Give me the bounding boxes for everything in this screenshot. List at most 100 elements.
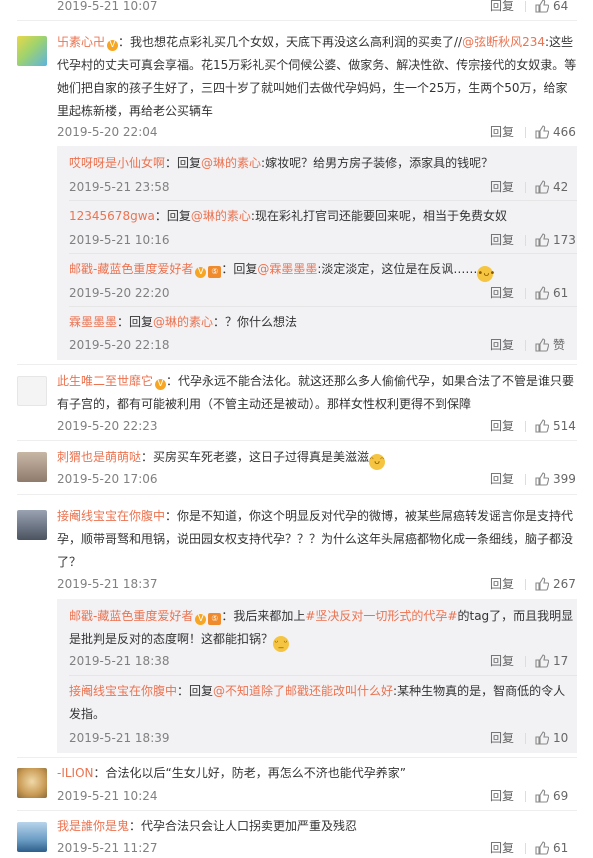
reply-prefix: ：回复 xyxy=(177,684,214,698)
username[interactable]: 卐素心卍 xyxy=(57,35,105,49)
reply-button[interactable]: 回复 xyxy=(490,122,514,142)
like-count: 10 xyxy=(553,731,569,745)
reply-button[interactable]: 回复 xyxy=(490,177,514,197)
reply-meta: 2019-5-21 10:16 回复 173 xyxy=(69,230,577,250)
comment-date: 2019-5-20 22:23 xyxy=(57,419,158,433)
thumbs-up-icon xyxy=(535,125,549,139)
comment-text: ：代孕合法只会让人口拐卖更加严重及残忍 xyxy=(129,819,358,833)
reply-body: 邮戳-藏蓝色重度爱好者 V ⑤ ：回复@霖墨墨墨:淡定淡定，这位是在反讽……•ᴗ• xyxy=(69,258,577,282)
mention-link[interactable]: @不知道除了邮戳还能改叫什么好 xyxy=(213,684,393,698)
reply-text: ：？你什么想法 xyxy=(213,315,298,329)
comment-date: 2019-5-21 10:24 xyxy=(57,789,158,803)
reply-date: 2019-5-21 23:58 xyxy=(69,180,170,194)
divider xyxy=(525,340,526,351)
level-badge-icon: ⑤ xyxy=(208,613,222,625)
thumbs-up-icon xyxy=(535,419,549,433)
reply-body: 邮戳-藏蓝色重度爱好者 V ⑤ ：我后来都加上#坚决反对一切形式的代孕#的tag了，而… xyxy=(69,605,577,652)
reply-date: 2019-5-21 18:38 xyxy=(69,654,170,668)
comment-meta: 2019-5-20 17:06 回复 399 xyxy=(57,469,577,489)
comment-body: 刺猬也是萌萌哒：买房买车死老婆，这日子过得真是美滋滋ᵔᴗᵔ xyxy=(57,446,577,470)
divider xyxy=(525,127,526,138)
username[interactable]: -ILION xyxy=(57,766,94,780)
reply-prefix: ：我后来都加上 xyxy=(221,609,306,623)
divider xyxy=(525,288,526,299)
avatar[interactable] xyxy=(17,822,47,852)
username[interactable]: 霖墨墨墨 xyxy=(69,315,117,329)
reply-thread: 哎呀呀是小仙女啊：回复@琳的素心:嫁妆呢？给男方房子装修，添家具的钱呢？ 201… xyxy=(57,146,577,360)
mention-link[interactable]: @琳的素心 xyxy=(201,156,261,170)
reply-body: 霖墨墨墨：回复@琳的素心：？你什么想法 xyxy=(69,311,577,334)
username[interactable]: 12345678gwa xyxy=(69,209,155,223)
like-count: 69 xyxy=(553,789,569,803)
thumbs-up-icon xyxy=(535,789,549,803)
reply-text: :嫁妆呢？给男方房子装修，添家具的钱呢？ xyxy=(261,156,494,170)
username[interactable]: 刺猬也是萌萌哒 xyxy=(57,450,141,464)
divider xyxy=(525,843,526,854)
comment-meta: 2019-5-21 18:37 回复 267 xyxy=(57,574,577,594)
thumbs-up-icon xyxy=(535,472,549,486)
avatar[interactable] xyxy=(17,376,47,406)
hashtag-link[interactable]: #坚决反对一切形式的代孕# xyxy=(305,609,457,623)
thumbs-up-icon xyxy=(535,286,549,300)
divider xyxy=(525,1,526,12)
divider xyxy=(69,306,577,307)
thumbs-up-icon xyxy=(535,654,549,668)
username[interactable]: 我是誰你是鬼 xyxy=(57,819,129,833)
reply-body: 哎呀呀是小仙女啊：回复@琳的素心:嫁妆呢？给男方房子装修，添家具的钱呢？ xyxy=(69,152,577,175)
thumbs-up-icon xyxy=(535,233,549,247)
sweat-emoji-icon: ᵕ_ᵕ xyxy=(273,636,290,652)
reply-button[interactable]: 回复 xyxy=(490,335,514,355)
reply-prefix: ：回复 xyxy=(165,156,202,170)
reply-meta: 2019-5-21 18:38 回复 17 xyxy=(69,651,577,671)
reply-button[interactable]: 回复 xyxy=(490,416,514,436)
doge-emoji-icon: •ᴗ• xyxy=(477,266,495,282)
like-count: 42 xyxy=(553,180,569,194)
username[interactable]: 此生唯二至世靡它 xyxy=(57,374,153,388)
divider xyxy=(525,474,526,485)
reply-button[interactable]: 回复 xyxy=(490,469,514,489)
reply-meta: 2019-5-20 22:20 回复 61 xyxy=(69,283,577,303)
reply-button[interactable]: 回复 xyxy=(490,786,514,806)
divider xyxy=(525,235,526,246)
avatar[interactable] xyxy=(17,510,47,540)
comment-body: -ILION：合法化以后“生女儿好，防老，再怎么不济也能代孕养家” xyxy=(57,762,577,785)
comment-body: 接阉线宝宝在你腹中：你是不知道，你这个明显反对代孕的微博，被某些屌癌转发谣言你是… xyxy=(57,505,577,574)
divider xyxy=(17,20,577,21)
username[interactable]: 邮戳-藏蓝色重度爱好者 xyxy=(69,609,193,623)
username[interactable]: 接阉线宝宝在你腹中 xyxy=(57,509,165,523)
divider xyxy=(525,182,526,193)
reply-button[interactable]: 回复 xyxy=(490,728,514,748)
like-count: 267 xyxy=(553,577,576,591)
reply-button[interactable]: 回复 xyxy=(490,838,514,858)
comment-date: 2019-5-21 11:27 xyxy=(57,841,158,855)
reply-button[interactable]: 回复 xyxy=(490,574,514,594)
mention-link[interactable]: @弦断秋风234 xyxy=(462,35,545,49)
divider xyxy=(69,253,577,254)
comment-meta: 2019-5-21 10:07 回复 64 xyxy=(57,0,577,16)
divider xyxy=(17,440,577,441)
reply-button[interactable]: 回复 xyxy=(490,0,514,16)
reply-date: 2019-5-20 22:18 xyxy=(69,338,170,352)
divider xyxy=(17,757,577,758)
reply-body: 接阉线宝宝在你腹中：回复@不知道除了邮戳还能改叫什么好:某种生物真的是，智商低的… xyxy=(69,680,577,726)
verified-icon: V xyxy=(195,614,207,625)
divider xyxy=(525,656,526,667)
avatar[interactable] xyxy=(17,452,47,482)
divider xyxy=(17,810,577,811)
reply-button[interactable]: 回复 xyxy=(490,651,514,671)
like-count: 173 xyxy=(553,233,576,247)
reply-button[interactable]: 回复 xyxy=(490,230,514,250)
mention-link[interactable]: @霖墨墨墨 xyxy=(257,262,317,276)
comment-text: ：买房买车死老婆，这日子过得真是美滋滋 xyxy=(141,450,370,464)
username[interactable]: 接阉线宝宝在你腹中 xyxy=(69,684,177,698)
mention-link[interactable]: @琳的素心 xyxy=(191,209,251,223)
thumbs-up-icon xyxy=(535,180,549,194)
username[interactable]: 邮戳-藏蓝色重度爱好者 xyxy=(69,262,193,276)
comment-body: 我是誰你是鬼：代孕合法只会让人口拐卖更加严重及残忍 xyxy=(57,815,577,838)
reply-body: 12345678gwa：回复@琳的素心:现在彩礼打官司还能要回来呢，相当于免费女… xyxy=(69,205,577,228)
mention-link[interactable]: @琳的素心 xyxy=(153,315,213,329)
username[interactable]: 哎呀呀是小仙女啊 xyxy=(69,156,165,170)
avatar[interactable] xyxy=(17,768,47,798)
avatar[interactable] xyxy=(17,36,47,66)
reply-button[interactable]: 回复 xyxy=(490,283,514,303)
